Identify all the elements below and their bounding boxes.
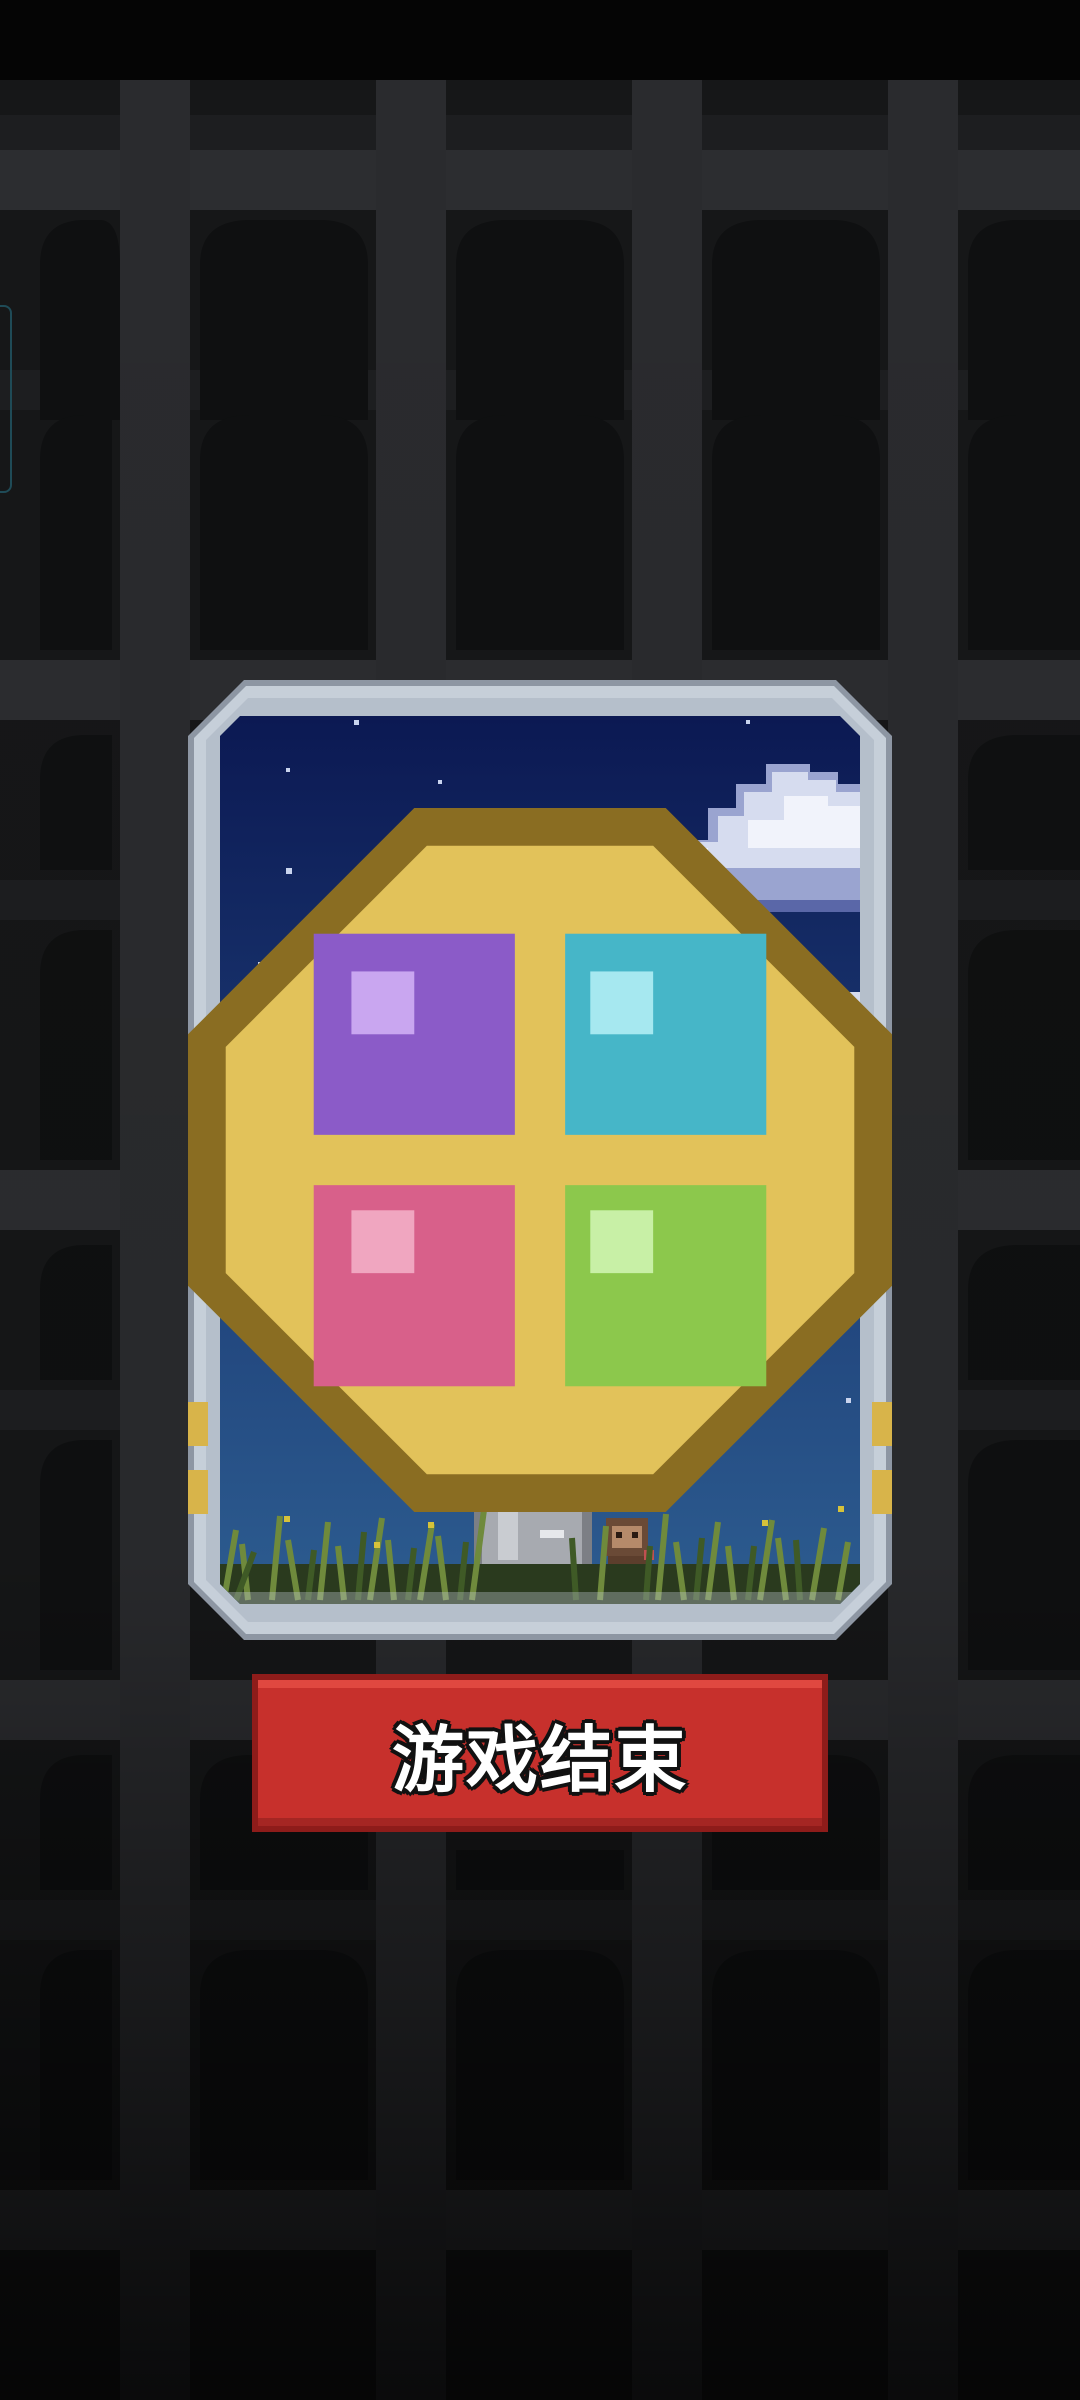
game-over-button[interactable]: 游戏结束 — [252, 1674, 828, 1832]
game-over-label: 游戏结束 — [391, 1717, 688, 1802]
character-portrait-card — [188, 680, 892, 1640]
four-gem-medallion-icon — [188, 808, 892, 1512]
game-over-screen: 游戏结束 — [0, 0, 1080, 2400]
side-drawer-tab[interactable] — [0, 305, 12, 493]
